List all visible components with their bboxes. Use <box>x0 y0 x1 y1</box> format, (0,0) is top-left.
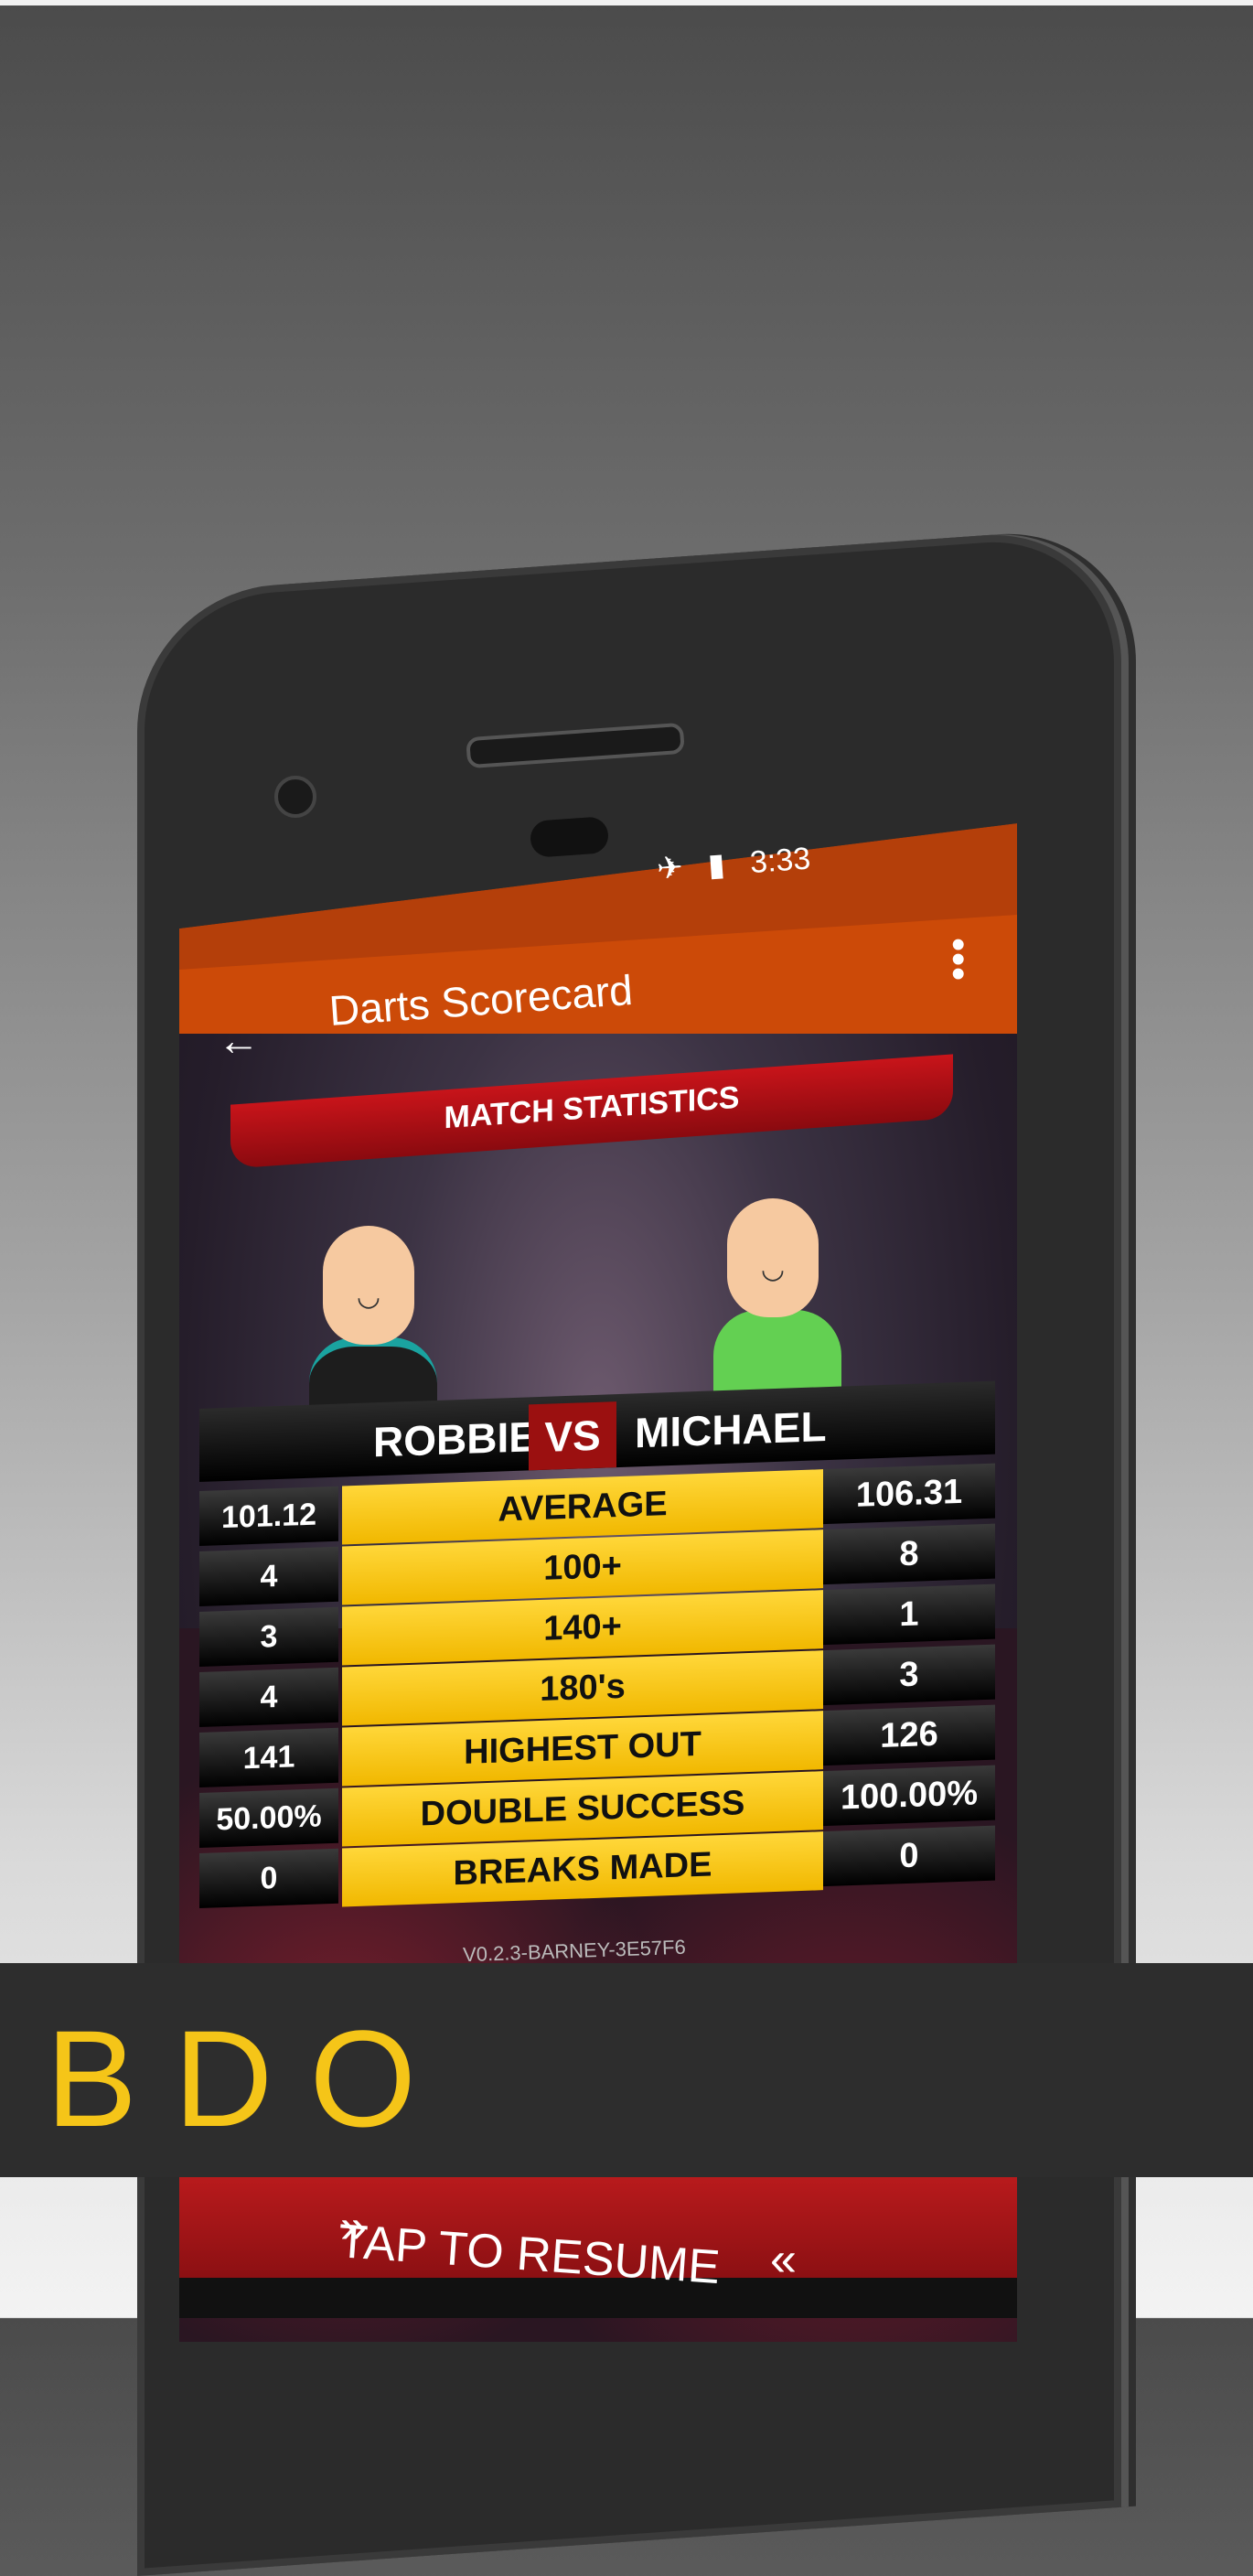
stat-p2-value: 126 <box>823 1704 995 1766</box>
front-camera <box>274 776 316 818</box>
stat-p2-value: 1 <box>823 1583 995 1646</box>
stat-p1-value: 4 <box>199 1546 338 1606</box>
stat-p1-value: 0 <box>199 1848 338 1908</box>
stat-p1-value: 141 <box>199 1727 338 1787</box>
bdo-banner: BDO <box>0 1963 1253 2177</box>
stat-p1-value: 101.12 <box>199 1486 338 1546</box>
battery-icon: ▮ <box>706 847 726 884</box>
player2-name: MICHAEL <box>635 1402 827 1457</box>
stat-p1-value: 50.00% <box>199 1787 338 1848</box>
proximity-sensor <box>529 816 610 858</box>
back-arrow-icon[interactable]: ← <box>218 1015 260 1065</box>
stat-p2-value: 8 <box>823 1523 995 1585</box>
scoreboard: ROBBIE VS MICHAEL 101.12 AVERAGE 106.31 … <box>199 1380 995 1921</box>
player2-avatar: ◡ <box>713 1198 841 1392</box>
stat-p2-value: 0 <box>823 1825 995 1887</box>
vs-badge: VS <box>529 1401 616 1471</box>
stat-p2-value: 106.31 <box>823 1463 995 1525</box>
stat-p1-value: 4 <box>199 1667 338 1727</box>
top-strip <box>0 0 1253 5</box>
overflow-menu-icon[interactable]: • • • <box>951 925 965 994</box>
player1-avatar: ◡ <box>309 1226 437 1429</box>
stat-p2-value: 100.00% <box>823 1765 995 1827</box>
stat-p1-value: 3 <box>199 1606 338 1667</box>
stat-p2-value: 3 <box>823 1644 995 1706</box>
double-chevron-left-icon: « <box>770 2233 797 2286</box>
bdo-label: BDO <box>46 2002 454 2155</box>
player1-name: ROBBIE <box>373 1412 537 1466</box>
match-statistics-label: MATCH STATISTICS <box>444 1079 740 1136</box>
status-time: 3:33 <box>748 841 812 881</box>
airplane-icon: ✈ <box>655 850 684 887</box>
